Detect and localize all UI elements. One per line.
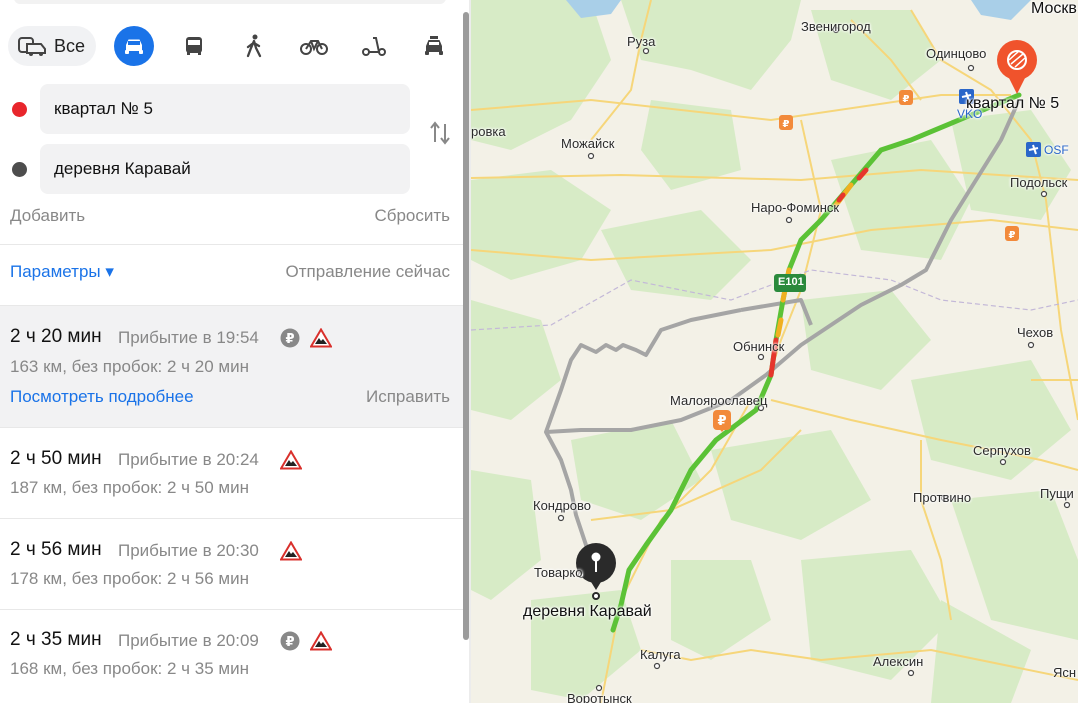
map-label-ruza: Руза <box>627 34 656 49</box>
route-arrival: Прибытие в 20:30 <box>118 541 259 560</box>
svg-text:₽: ₽ <box>903 94 910 105</box>
mode-pedestrian-button[interactable] <box>234 26 274 66</box>
scooter-icon <box>362 37 386 56</box>
map-label-tovarkovo: Товарко <box>534 565 583 580</box>
svg-text:₽: ₽ <box>717 414 726 429</box>
svg-text:₽: ₽ <box>285 332 294 347</box>
search-field-edge <box>14 0 446 4</box>
map-label-odintsovo: Одинцово <box>926 46 987 61</box>
route-fix-link[interactable]: Исправить <box>366 387 450 407</box>
route-duration: 2 ч 35 мин <box>10 629 102 650</box>
start-marker[interactable] <box>997 40 1037 94</box>
from-value: квартал № 5 <box>54 99 153 118</box>
map-label-side: ровка <box>471 124 506 139</box>
multi-transport-icon <box>18 37 46 56</box>
mode-scooter-button[interactable] <box>354 26 394 66</box>
route-option-3[interactable]: 2 ч 56 мин Прибытие в 20:30 178 км, без … <box>0 519 463 609</box>
car-icon <box>125 39 143 54</box>
reset-button[interactable]: Сбросить <box>374 206 450 226</box>
route-point-from: квартал № 5 <box>0 84 463 134</box>
map-label-naro-fominsk: Наро-Фоминск <box>751 200 840 215</box>
route-option-2[interactable]: 2 ч 50 мин Прибытие в 20:24 187 км, без … <box>0 428 463 518</box>
map-label-serpukhov: Серпухов <box>973 443 1031 458</box>
route-arrival: Прибытие в 20:09 <box>118 631 259 650</box>
bus-icon <box>186 37 202 55</box>
start-point-dot <box>12 102 27 117</box>
map-label-yasnogorsk: Ясн <box>1053 665 1077 680</box>
end-point-dot <box>12 162 27 177</box>
airport-label-osf: OSF <box>1044 143 1069 157</box>
svg-text:₽: ₽ <box>285 635 294 650</box>
svg-text:₽: ₽ <box>1009 230 1016 241</box>
route-distance: 178 км, без пробок: 2 ч 56 мин <box>10 569 249 588</box>
map-label-vorotynsk: Воротынск <box>567 691 632 703</box>
start-point-label: квартал № 5 <box>966 95 1060 112</box>
taxi-icon <box>425 36 443 55</box>
toll-road-icon: ₽ <box>280 328 300 348</box>
route-duration: 2 ч 20 мин <box>10 326 102 347</box>
end-point-label: деревня Каравай <box>523 603 652 620</box>
route-option-1[interactable]: 2 ч 20 мин Прибытие в 19:54 ₽ 163 км, бе… <box>0 306 463 427</box>
toll-road-icon: ₽ <box>280 631 300 651</box>
route-option-4[interactable]: 2 ч 35 мин Прибытие в 20:09 ₽ 168 км, бе… <box>0 610 463 703</box>
bicycle-icon <box>300 40 328 55</box>
mode-bicycle-button[interactable] <box>294 26 334 66</box>
from-input[interactable]: квартал № 5 <box>40 84 410 134</box>
swap-points-icon[interactable] <box>428 120 452 146</box>
highway-number: E101 <box>778 276 804 288</box>
map-label-moscow: Москв <box>1031 0 1077 17</box>
add-point-button[interactable]: Добавить <box>10 206 85 226</box>
departure-time-button[interactable]: Отправление сейчас <box>286 262 450 282</box>
map-label-maloyaroslavets: Малоярославец <box>670 393 768 408</box>
pedestrian-icon <box>246 34 262 58</box>
map-label-aleksin: Алексин <box>873 654 924 669</box>
road-warning-icon <box>310 328 332 348</box>
route-distance: 168 км, без пробок: 2 ч 35 мин <box>10 659 249 678</box>
map-label-protvino: Протвино <box>913 490 972 505</box>
route-details-link[interactable]: Посмотреть подробнее <box>10 387 194 407</box>
map-label-obninsk: Обнинск <box>733 339 785 354</box>
mode-car-button[interactable] <box>114 26 154 66</box>
road-warning-icon <box>280 541 302 561</box>
app-root: Все квартал № 5 деревня Каравай Добавить… <box>0 0 1078 703</box>
map-view[interactable]: ₽ ₽ ₽ ₽ Москв Звенигород Руза Одинцово р… <box>471 0 1078 703</box>
route-distance: 187 км, без пробок: 2 ч 50 мин <box>10 478 249 497</box>
road-warning-icon <box>280 450 302 470</box>
transport-modes: Все <box>8 26 458 68</box>
route-arrival: Прибытие в 19:54 <box>118 328 259 347</box>
route-duration: 2 ч 50 мин <box>10 448 102 469</box>
road-warning-icon <box>310 631 332 651</box>
route-point-to: деревня Каравай <box>0 144 463 194</box>
mode-taxi-button[interactable] <box>414 26 454 66</box>
map-label-kondrovo: Кондрово <box>533 498 592 513</box>
mode-bus-button[interactable] <box>174 26 214 66</box>
route-duration: 2 ч 56 мин <box>10 539 102 560</box>
to-input[interactable]: деревня Каравай <box>40 144 410 194</box>
route-arrival: Прибытие в 20:24 <box>118 450 259 469</box>
route-sidebar: Все квартал № 5 деревня Каравай Добавить… <box>0 0 463 703</box>
divider <box>0 244 463 245</box>
map-label-zvenigorod: Звенигород <box>801 19 871 34</box>
svg-text:₽: ₽ <box>783 119 790 130</box>
map-label-chekhov: Чехов <box>1017 325 1054 340</box>
route-distance: 163 км, без пробок: 2 ч 20 мин <box>10 357 249 376</box>
mode-all-label: Все <box>54 35 86 56</box>
to-value: деревня Каравай <box>54 159 191 178</box>
map-label-mozhaisk: Можайск <box>561 136 615 151</box>
map-label-kaluga: Калуга <box>640 647 681 662</box>
map-label-podolsk: Подольск <box>1010 175 1068 190</box>
mode-all-button[interactable]: Все <box>8 26 96 66</box>
params-dropdown[interactable]: Параметры ▾ <box>10 262 114 282</box>
map-label-pushchino: Пущи <box>1040 486 1074 501</box>
